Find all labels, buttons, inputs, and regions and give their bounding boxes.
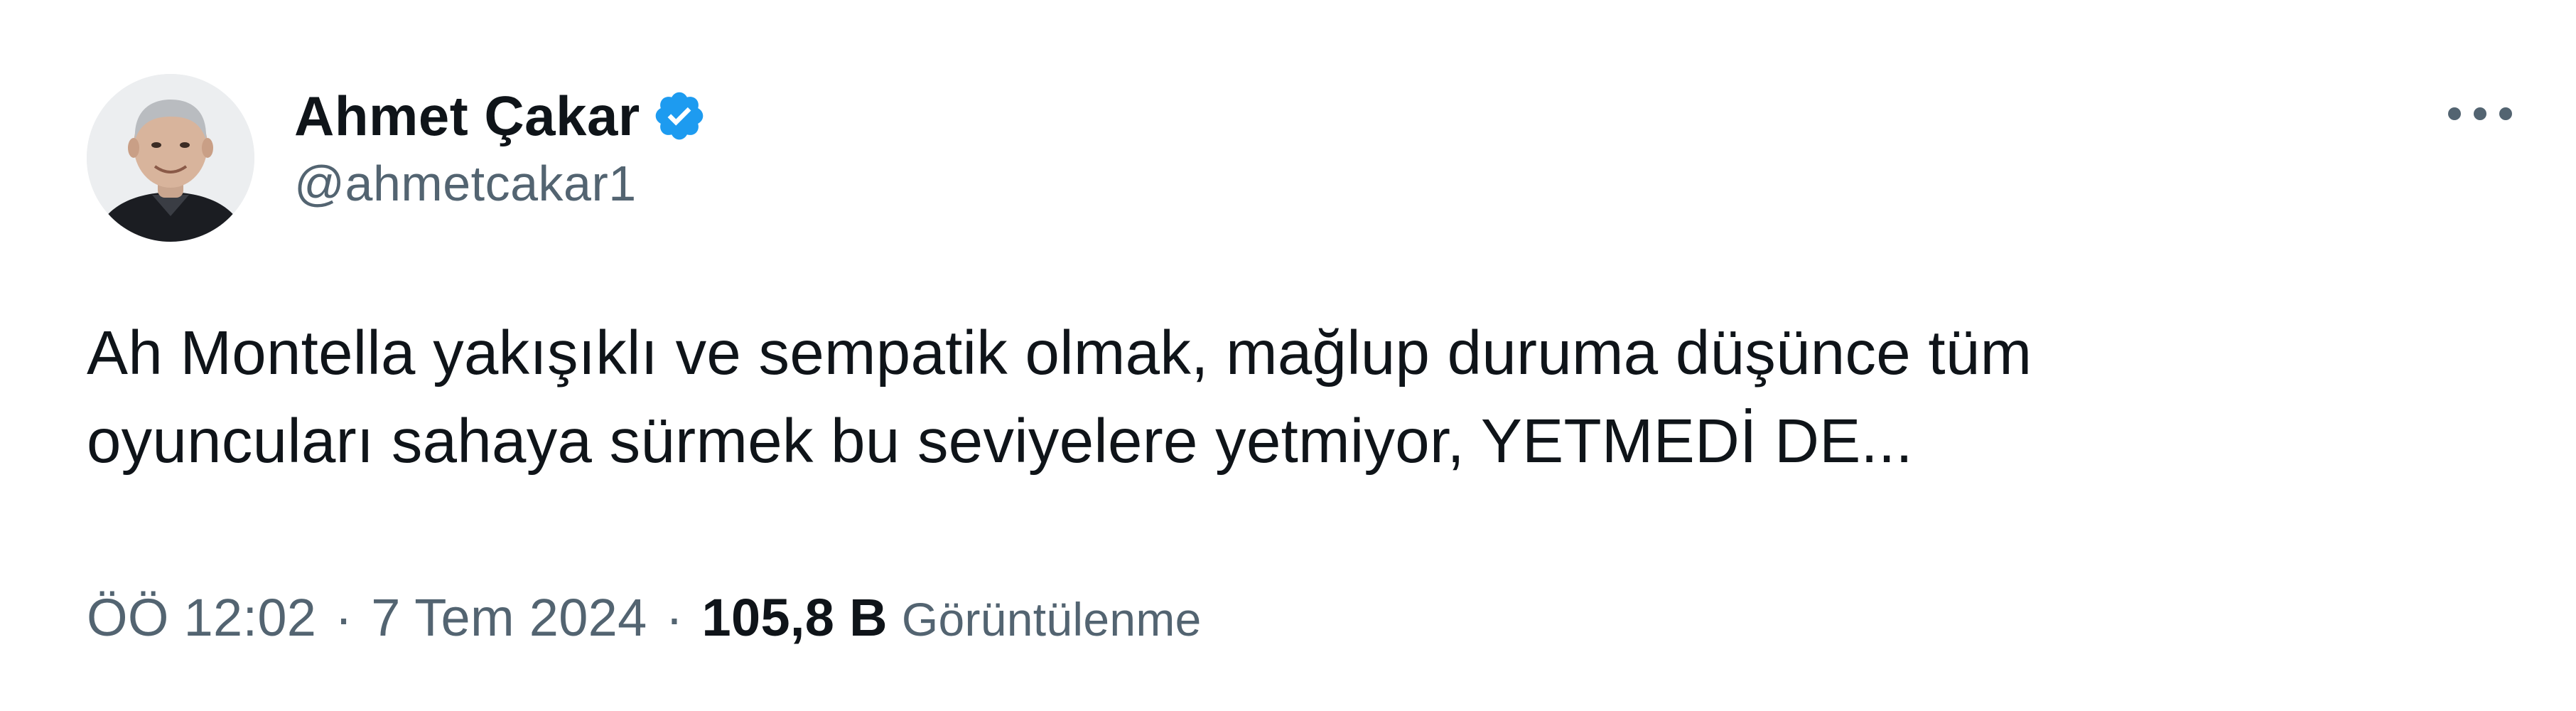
avatar[interactable]: [87, 74, 254, 242]
meta-separator: ·: [335, 588, 353, 647]
tweet-meta: ÖÖ 12:02 · 7 Tem 2024 · 105,8 B Görüntül…: [87, 587, 1202, 648]
name-row: Ahmet Çakar: [294, 77, 707, 155]
display-name[interactable]: Ahmet Çakar: [294, 84, 640, 149]
profile-photo: [87, 74, 254, 242]
verified-badge-icon[interactable]: [652, 88, 707, 144]
more-options-button[interactable]: [2441, 85, 2519, 142]
tweet-date[interactable]: 7 Tem 2024: [371, 587, 647, 648]
tweet-card: Ahmet Çakar @ahmetcakar1 Ah Montella yak…: [0, 0, 2576, 711]
views-count[interactable]: 105,8 B: [702, 587, 888, 648]
more-horizontal-icon: [2448, 107, 2512, 120]
user-handle[interactable]: @ahmetcakar1: [294, 155, 707, 212]
tweet-text: Ah Montella yakışıklı ve sempatik olmak,…: [87, 319, 2032, 476]
views-label: Görüntülenme: [901, 593, 1202, 646]
tweet-header: Ahmet Çakar @ahmetcakar1: [294, 77, 707, 212]
meta-separator: ·: [665, 588, 684, 647]
tweet-time[interactable]: ÖÖ 12:02: [87, 587, 316, 648]
